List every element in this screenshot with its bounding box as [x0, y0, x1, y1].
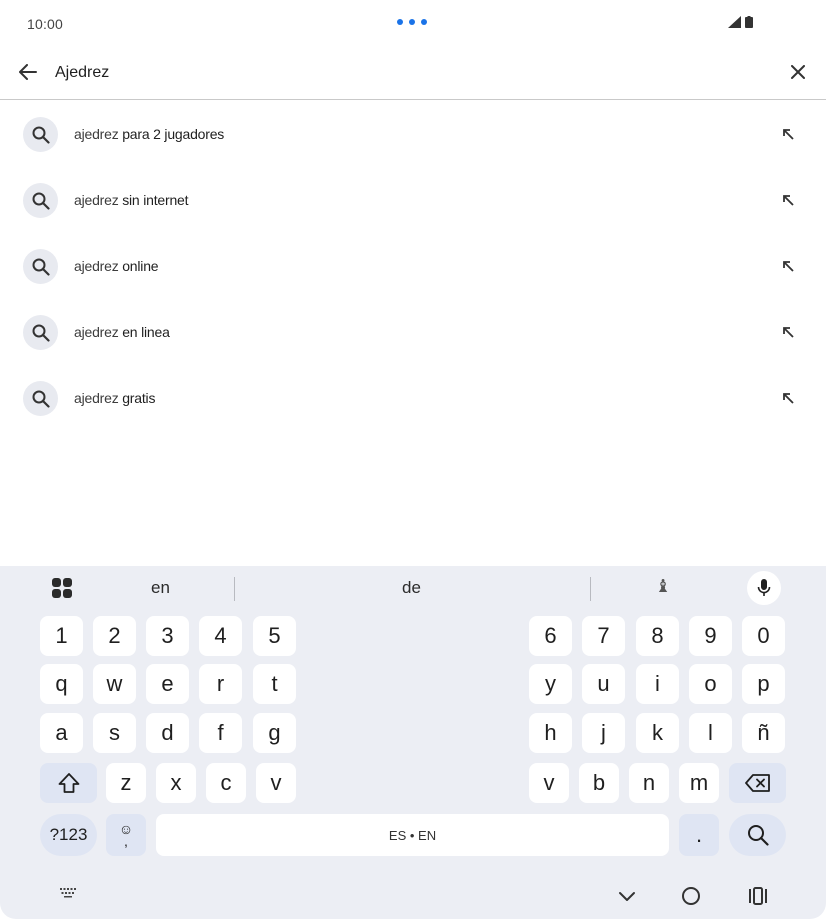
chevron-down-icon[interactable]	[614, 883, 640, 909]
key-v-right[interactable]: v	[529, 763, 569, 803]
close-icon	[791, 65, 805, 79]
key-a[interactable]: a	[40, 713, 83, 753]
key-p[interactable]: p	[742, 664, 785, 704]
suggestion-text: ajedrez online	[74, 258, 159, 274]
apps-grid-icon[interactable]	[52, 578, 72, 598]
backspace-icon	[744, 774, 770, 792]
key-k[interactable]: k	[636, 713, 679, 753]
clear-button[interactable]	[784, 58, 812, 86]
emoji-comma-key[interactable]: ☺ ,	[106, 814, 146, 856]
search-bar	[0, 50, 826, 100]
key-5[interactable]: 5	[253, 616, 296, 656]
divider	[234, 577, 235, 601]
navigation-bar	[0, 871, 826, 919]
fill-query-arrow-icon[interactable]	[775, 253, 801, 279]
recent-apps-icon[interactable]	[748, 885, 768, 907]
key-0[interactable]: 0	[742, 616, 785, 656]
battery-icon	[745, 16, 753, 28]
key-9[interactable]: 9	[689, 616, 732, 656]
key-i[interactable]: i	[636, 664, 679, 704]
key-3[interactable]: 3	[146, 616, 189, 656]
key-6[interactable]: 6	[529, 616, 572, 656]
backspace-key[interactable]	[729, 763, 786, 803]
back-button[interactable]	[14, 58, 42, 86]
key-c[interactable]: c	[206, 763, 246, 803]
shift-key[interactable]	[40, 763, 97, 803]
soft-keyboard: en de ♝ 1 2 3 4 5 6 7 8 9 0 q w e r t y …	[0, 566, 826, 919]
chess-piece-emoji-suggestion[interactable]: ♝	[655, 576, 671, 597]
key-x[interactable]: x	[156, 763, 196, 803]
key-n-tilde[interactable]: ñ	[742, 713, 785, 753]
suggestion-item[interactable]: ajedrez en linea	[0, 299, 826, 365]
suggestion-item[interactable]: ajedrez para 2 jugadores	[0, 101, 826, 167]
keyboard-suggestion[interactable]: en	[151, 578, 170, 598]
key-l[interactable]: l	[689, 713, 732, 753]
key-8[interactable]: 8	[636, 616, 679, 656]
key-o[interactable]: o	[689, 664, 732, 704]
key-e[interactable]: e	[146, 664, 189, 704]
key-m[interactable]: m	[679, 763, 719, 803]
comma-label: ,	[124, 833, 128, 849]
search-icon	[23, 183, 58, 218]
keyboard-switch-icon[interactable]	[59, 887, 77, 899]
search-input[interactable]	[55, 60, 755, 86]
key-d[interactable]: d	[146, 713, 189, 753]
suggestion-text: ajedrez en linea	[74, 324, 170, 340]
search-icon	[23, 381, 58, 416]
arrow-back-icon	[19, 64, 37, 80]
suggestion-text: ajedrez gratis	[74, 390, 156, 406]
key-r[interactable]: r	[199, 664, 242, 704]
symbols-key[interactable]: ?123	[40, 814, 97, 856]
key-v[interactable]: v	[256, 763, 296, 803]
key-t[interactable]: t	[253, 664, 296, 704]
key-7[interactable]: 7	[582, 616, 625, 656]
fill-query-arrow-icon[interactable]	[775, 385, 801, 411]
keyboard-suggestion-strip: en de ♝	[0, 566, 826, 610]
status-time: 10:00	[27, 16, 64, 32]
key-y[interactable]: y	[529, 664, 572, 704]
search-icon	[23, 315, 58, 350]
key-1[interactable]: 1	[40, 616, 83, 656]
suggestion-item[interactable]: ajedrez sin internet	[0, 167, 826, 233]
key-g[interactable]: g	[253, 713, 296, 753]
key-z[interactable]: z	[106, 763, 146, 803]
search-icon	[747, 825, 769, 846]
suggestion-item[interactable]: ajedrez gratis	[0, 365, 826, 431]
fill-query-arrow-icon[interactable]	[775, 187, 801, 213]
suggestion-item[interactable]: ajedrez online	[0, 233, 826, 299]
key-w[interactable]: w	[93, 664, 136, 704]
key-2[interactable]: 2	[93, 616, 136, 656]
suggestion-text: ajedrez sin internet	[74, 192, 189, 208]
key-q[interactable]: q	[40, 664, 83, 704]
signal-icon	[728, 16, 741, 28]
key-b[interactable]: b	[579, 763, 619, 803]
keyboard-suggestion[interactable]: de	[402, 578, 421, 598]
fill-query-arrow-icon[interactable]	[775, 319, 801, 345]
key-4[interactable]: 4	[199, 616, 242, 656]
fill-query-arrow-icon[interactable]	[775, 121, 801, 147]
key-u[interactable]: u	[582, 664, 625, 704]
key-s[interactable]: s	[93, 713, 136, 753]
key-f[interactable]: f	[199, 713, 242, 753]
key-n[interactable]: n	[629, 763, 669, 803]
status-icons	[728, 16, 753, 28]
status-bar: 10:00	[0, 0, 826, 48]
key-h[interactable]: h	[529, 713, 572, 753]
mic-icon	[757, 579, 771, 596]
period-key[interactable]: .	[679, 814, 719, 856]
more-dots-icon	[397, 19, 427, 25]
home-icon[interactable]	[682, 887, 700, 905]
suggestion-text: ajedrez para 2 jugadores	[74, 126, 225, 142]
space-bar[interactable]: ES • EN	[156, 814, 669, 856]
mic-button[interactable]	[747, 571, 781, 605]
search-action-key[interactable]	[729, 814, 786, 856]
search-icon	[23, 117, 58, 152]
key-j[interactable]: j	[582, 713, 625, 753]
search-icon	[23, 249, 58, 284]
shift-arrow-icon	[58, 773, 79, 793]
divider	[590, 577, 591, 601]
